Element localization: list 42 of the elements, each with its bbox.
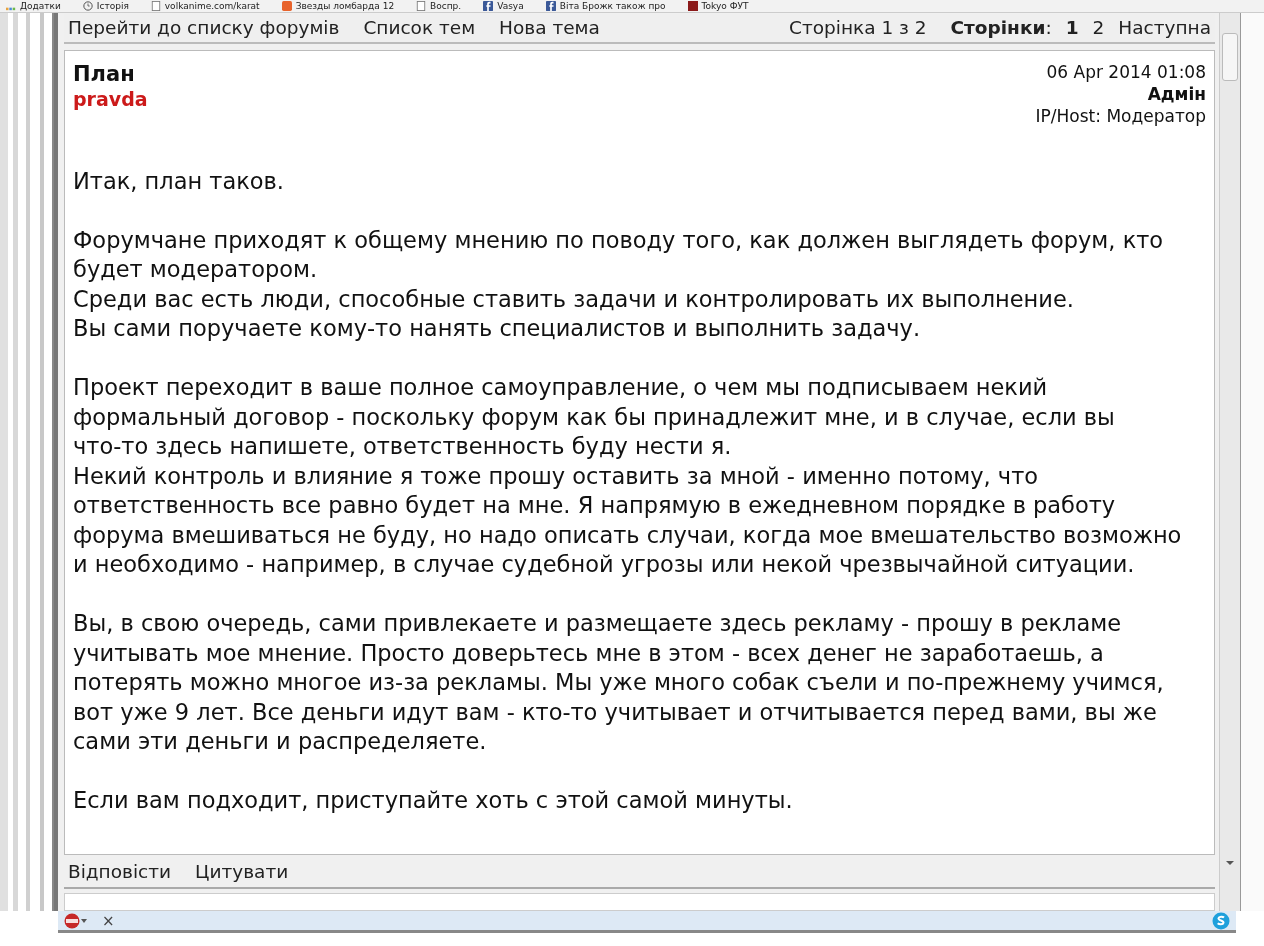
post-date: 06 Apr 2014 01:08 (1045, 60, 1206, 83)
author-link[interactable]: pravda (73, 86, 148, 111)
pages-label: Сторінки (950, 17, 1046, 39)
clock-icon (82, 1, 93, 11)
ip-host: IP/Host: Модератор (1035, 104, 1206, 127)
close-button[interactable]: × (102, 911, 115, 930)
bookmark[interactable]: Додатки (6, 0, 61, 12)
adblock-icon[interactable] (64, 912, 88, 929)
scrollbar-thumb[interactable] (1222, 33, 1238, 81)
nav-link[interactable]: Перейти до списку форумів (68, 17, 340, 39)
page-link[interactable]: 1 (1065, 17, 1079, 39)
scrollbar[interactable] (1219, 13, 1240, 911)
facebook-icon (483, 1, 494, 11)
post-paragraph: Форумчане приходят к общему мнению по поводу того, как должен выглядеть форум, кто будет модератором. Среди вас есть люди, способные ставить задачи и контролировать их выполнение. Вы сами поручаете кому-то нанять специалистов и выполнить задачу. (73, 225, 1165, 344)
author-role: Адмін (1146, 82, 1206, 105)
page-icon (150, 1, 161, 11)
bookmark[interactable]: Tokyo ФУТ (687, 0, 749, 12)
scroll-down-icon[interactable] (1226, 861, 1234, 865)
action-link[interactable]: Цитувати (195, 860, 289, 882)
bookmark[interactable]: Історія (82, 0, 129, 12)
post-title: План (73, 60, 136, 87)
facebook-icon (545, 1, 556, 11)
site-icon (687, 1, 698, 11)
bookmark[interactable]: Воспр. (416, 0, 462, 12)
bookmark[interactable]: Звезды ломбарда 12 (281, 0, 395, 12)
nav-link[interactable]: Список тем (363, 17, 476, 39)
post-paragraph: Если вам подходит, приступайте хоть с этой самой минуты. (73, 786, 794, 816)
page-info: Сторінка 1 з 2 (789, 17, 927, 39)
skype-icon[interactable] (1212, 911, 1230, 930)
bookmark[interactable]: volkanime.com/karat (150, 0, 260, 12)
action-link[interactable]: Відповісти (68, 860, 172, 882)
post-paragraph: Итак, план таков. (73, 166, 286, 196)
page-link[interactable]: 2 (1092, 17, 1105, 39)
pages-colon: : (1045, 17, 1052, 39)
page-icon (416, 1, 427, 11)
site-icon (281, 1, 292, 11)
post-paragraph: Вы, в свою очередь, сами привлекаете и размещаете здесь рекламу - прошу в рекламе учитывать мое мнение. Просто доверьтесь мне в этом - всех денег не заработаешь, а потерять можно многое из-за рекламы. Мы уже много собак съели и по-прежнему учимся, вот уже 9 лет. Все деньги идут вам - кто-то учитывает и отчитывается перед вами, вы же сами эти деньги и распределяете. (73, 609, 1165, 757)
bookmark[interactable]: Віта Брожк також про (545, 0, 666, 12)
bookmark[interactable]: Vasya (483, 0, 524, 12)
next-link[interactable]: Наступна (1118, 17, 1211, 39)
nav-link[interactable]: Нова тема (499, 17, 600, 39)
post-paragraph: Проект переходит в ваше полное самоуправление, о чем мы подписываем некий формальный договор - поскольку форум как бы принадлежит мне, и в случае, если вы что-то здесь напишете, ответственность буду нести я. Некий контроль и влияние я тоже прошу оставить за мной - именно потому, что ответственность все равно будет на мне. Я напрямую в ежедневном порядке в работу форума вмешиваться не буду, но надо описать случаи, когда мое вмешательство возможно и необходимо - например, в случае судебной угрозы или некой чрезвычайной ситуации. (73, 373, 1183, 580)
